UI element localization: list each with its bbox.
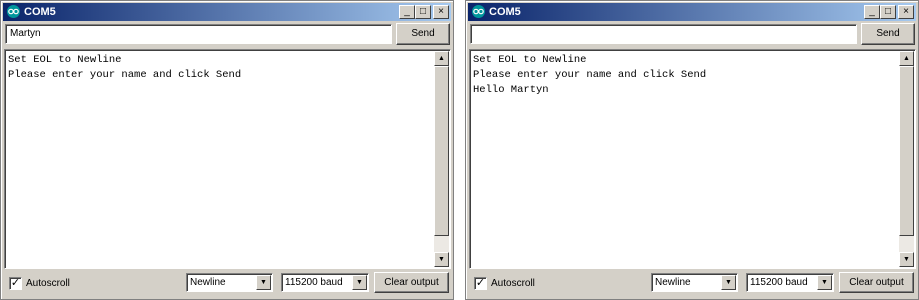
arduino-icon [472,5,485,18]
minimize-button[interactable]: _ [864,5,880,19]
serial-input-field[interactable] [470,24,857,44]
baud-rate-select[interactable]: 115200 baud ▼ [281,273,369,292]
vertical-scrollbar[interactable]: ▲ ▼ [434,51,449,267]
serial-output-area[interactable]: Set EOL to Newline Please enter your nam… [4,49,451,269]
dropdown-arrow-icon[interactable]: ▼ [352,275,367,290]
check-icon: ✓ [10,277,21,289]
line-ending-value: Newline [190,277,226,288]
maximize-button[interactable]: □ [415,5,431,19]
close-button[interactable]: × [898,5,914,19]
scroll-thumb[interactable] [899,66,914,236]
baud-rate-value: 115200 baud [285,277,343,288]
serial-monitor-window-left: COM5 _ □ × Martyn Send Set EOL to Newlin… [0,0,454,300]
vertical-scrollbar[interactable]: ▲ ▼ [899,51,914,267]
autoscroll-checkbox[interactable]: ✓ [474,277,487,290]
output-text: Set EOL to Newline Please enter your nam… [8,53,241,83]
send-button[interactable]: Send [396,23,450,45]
serial-output-area[interactable]: Set EOL to Newline Please enter your nam… [469,49,916,269]
output-line: Hello Martyn [473,84,549,96]
scroll-down-icon[interactable]: ▼ [899,252,914,267]
arduino-icon [7,5,20,18]
output-line: Set EOL to Newline [473,54,587,66]
maximize-button[interactable]: □ [880,5,896,19]
autoscroll-label: Autoscroll [491,278,535,289]
send-button[interactable]: Send [861,23,915,45]
window-title: COM5 [24,6,56,18]
scroll-up-icon[interactable]: ▲ [899,51,914,66]
close-button[interactable]: × [433,5,449,19]
clear-output-button[interactable]: Clear output [374,272,449,293]
output-line: Please enter your name and click Send [473,69,707,81]
line-ending-select[interactable]: Newline ▼ [651,273,738,292]
line-ending-value: Newline [655,277,691,288]
baud-rate-select[interactable]: 115200 baud ▼ [746,273,834,292]
scroll-thumb[interactable] [434,66,449,236]
dropdown-arrow-icon[interactable]: ▼ [256,275,271,290]
scroll-up-icon[interactable]: ▲ [434,51,449,66]
title-bar[interactable]: COM5 _ □ × [468,3,916,21]
dropdown-arrow-icon[interactable]: ▼ [817,275,832,290]
dropdown-arrow-icon[interactable]: ▼ [721,275,736,290]
check-icon: ✓ [475,277,486,289]
autoscroll-label: Autoscroll [26,278,70,289]
autoscroll-checkbox[interactable]: ✓ [9,277,22,290]
minimize-button[interactable]: _ [399,5,415,19]
scroll-down-icon[interactable]: ▼ [434,252,449,267]
output-line: Set EOL to Newline [8,54,122,66]
title-bar[interactable]: COM5 _ □ × [3,3,451,21]
clear-output-button[interactable]: Clear output [839,272,914,293]
serial-monitor-window-right: COM5 _ □ × Send Set EOL to Newline Pleas… [465,0,919,300]
output-text: Set EOL to Newline Please enter your nam… [473,53,706,98]
window-title: COM5 [489,6,521,18]
baud-rate-value: 115200 baud [750,277,808,288]
line-ending-select[interactable]: Newline ▼ [186,273,273,292]
serial-input-field[interactable]: Martyn [5,24,392,44]
output-line: Please enter your name and click Send [8,69,242,81]
